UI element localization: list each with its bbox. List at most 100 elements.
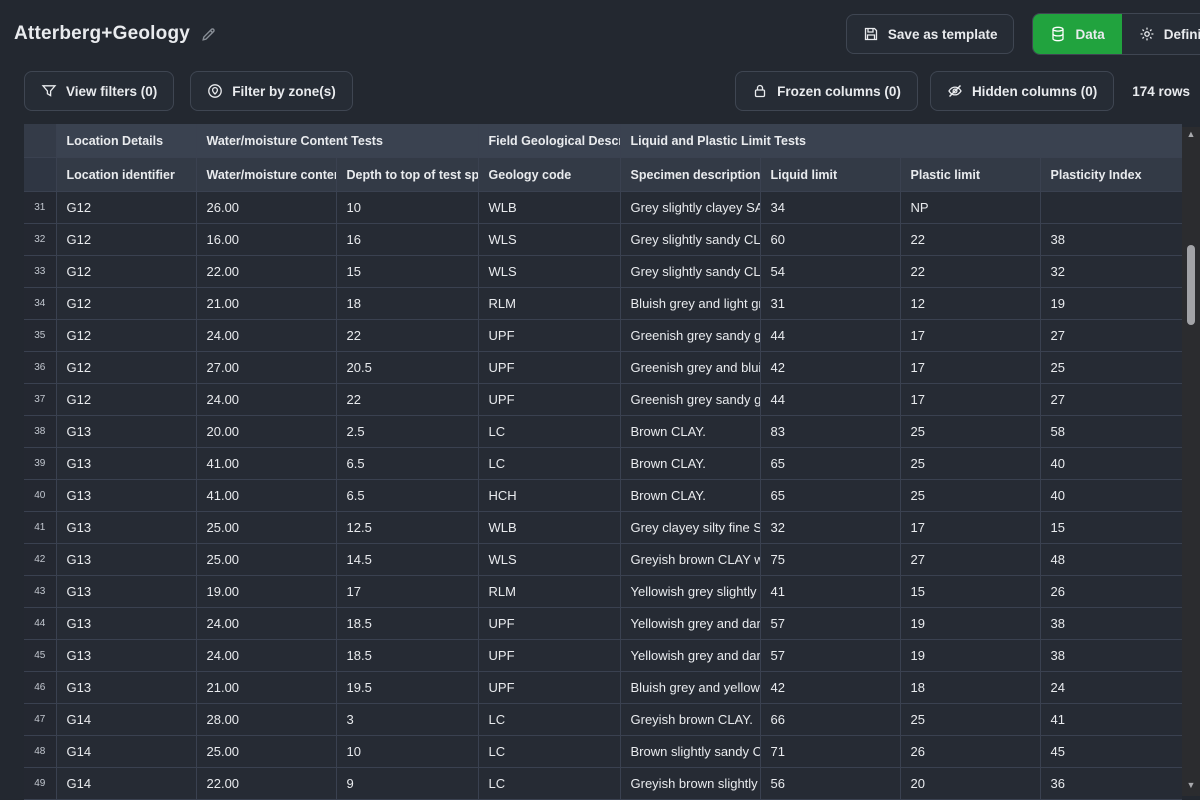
scrollbar-thumb[interactable] bbox=[1187, 245, 1195, 325]
row-number[interactable]: 42 bbox=[24, 544, 56, 576]
cell[interactable]: 26.00 bbox=[196, 192, 336, 224]
column-header[interactable]: Location identifier bbox=[56, 158, 196, 192]
row-number[interactable]: 39 bbox=[24, 448, 56, 480]
cell[interactable]: 60 bbox=[760, 224, 900, 256]
cell[interactable]: 16.00 bbox=[196, 224, 336, 256]
cell[interactable]: G12 bbox=[56, 288, 196, 320]
cell[interactable]: WLS bbox=[478, 544, 620, 576]
cell[interactable]: 41 bbox=[1040, 704, 1182, 736]
cell[interactable]: 14.5 bbox=[336, 544, 478, 576]
cell[interactable]: LC bbox=[478, 448, 620, 480]
cell[interactable]: 34 bbox=[760, 192, 900, 224]
cell[interactable]: 20.00 bbox=[196, 416, 336, 448]
cell[interactable]: HCH bbox=[478, 480, 620, 512]
column-header[interactable]: Geology code bbox=[478, 158, 620, 192]
cell[interactable]: 2.5 bbox=[336, 416, 478, 448]
edit-title-icon[interactable] bbox=[200, 26, 217, 43]
cell[interactable]: 17 bbox=[336, 576, 478, 608]
cell[interactable]: WLS bbox=[478, 224, 620, 256]
cell[interactable]: 56 bbox=[760, 768, 900, 800]
scroll-up-icon[interactable]: ▲ bbox=[1187, 127, 1196, 141]
row-number[interactable]: 44 bbox=[24, 608, 56, 640]
hidden-columns-button[interactable]: Hidden columns (0) bbox=[930, 71, 1114, 111]
filter-by-zones-button[interactable]: Filter by zone(s) bbox=[190, 71, 353, 111]
cell[interactable]: 15 bbox=[900, 576, 1040, 608]
column-header[interactable]: Specimen description bbox=[620, 158, 760, 192]
cell[interactable]: 22.00 bbox=[196, 768, 336, 800]
cell[interactable]: G14 bbox=[56, 736, 196, 768]
cell[interactable] bbox=[1040, 192, 1182, 224]
row-number[interactable]: 37 bbox=[24, 384, 56, 416]
cell[interactable]: 16 bbox=[336, 224, 478, 256]
cell[interactable]: G13 bbox=[56, 544, 196, 576]
cell[interactable]: UPF bbox=[478, 384, 620, 416]
cell[interactable]: G13 bbox=[56, 608, 196, 640]
cell[interactable]: 24.00 bbox=[196, 640, 336, 672]
cell[interactable]: 25 bbox=[900, 416, 1040, 448]
cell[interactable]: 24 bbox=[1040, 672, 1182, 704]
cell[interactable]: Greenish grey sandy gravel bbox=[620, 320, 760, 352]
tab-definition[interactable]: Definition bbox=[1122, 14, 1200, 54]
row-number[interactable]: 36 bbox=[24, 352, 56, 384]
cell[interactable]: Greenish grey sandy gravel bbox=[620, 384, 760, 416]
column-group-header[interactable]: Water/moisture Content Tests bbox=[196, 124, 478, 158]
cell[interactable]: UPF bbox=[478, 640, 620, 672]
cell[interactable]: 27 bbox=[1040, 384, 1182, 416]
cell[interactable]: G14 bbox=[56, 704, 196, 736]
cell[interactable]: 17 bbox=[900, 320, 1040, 352]
cell[interactable]: G13 bbox=[56, 512, 196, 544]
cell[interactable]: G13 bbox=[56, 672, 196, 704]
row-number[interactable]: 48 bbox=[24, 736, 56, 768]
cell[interactable]: 71 bbox=[760, 736, 900, 768]
cell[interactable]: Grey clayey silty fine SAND bbox=[620, 512, 760, 544]
cell[interactable]: 19.00 bbox=[196, 576, 336, 608]
cell[interactable]: 40 bbox=[1040, 480, 1182, 512]
cell[interactable]: RLM bbox=[478, 576, 620, 608]
cell[interactable]: 38 bbox=[1040, 640, 1182, 672]
cell[interactable]: Greenish grey and bluish bbox=[620, 352, 760, 384]
cell[interactable]: 38 bbox=[1040, 224, 1182, 256]
cell[interactable]: 24.00 bbox=[196, 320, 336, 352]
cell[interactable]: 28.00 bbox=[196, 704, 336, 736]
cell[interactable]: 41.00 bbox=[196, 480, 336, 512]
cell[interactable]: 25 bbox=[1040, 352, 1182, 384]
cell[interactable]: 25.00 bbox=[196, 544, 336, 576]
cell[interactable]: NP bbox=[900, 192, 1040, 224]
cell[interactable]: 10 bbox=[336, 736, 478, 768]
row-number[interactable]: 34 bbox=[24, 288, 56, 320]
cell[interactable]: Yellowish grey and dark grey bbox=[620, 640, 760, 672]
cell[interactable]: 36 bbox=[1040, 768, 1182, 800]
cell[interactable]: 20.5 bbox=[336, 352, 478, 384]
cell[interactable]: 19.5 bbox=[336, 672, 478, 704]
cell[interactable]: 65 bbox=[760, 448, 900, 480]
cell[interactable]: 10 bbox=[336, 192, 478, 224]
row-number[interactable]: 40 bbox=[24, 480, 56, 512]
row-number[interactable]: 35 bbox=[24, 320, 56, 352]
save-as-template-button[interactable]: Save as template bbox=[846, 14, 1015, 54]
cell[interactable]: Yellowish grey and dark grey bbox=[620, 608, 760, 640]
cell[interactable]: 27.00 bbox=[196, 352, 336, 384]
cell[interactable]: 18 bbox=[900, 672, 1040, 704]
cell[interactable]: 44 bbox=[760, 320, 900, 352]
row-number[interactable]: 43 bbox=[24, 576, 56, 608]
cell[interactable]: 22 bbox=[900, 224, 1040, 256]
cell[interactable]: Bluish grey and yellowish bbox=[620, 672, 760, 704]
cell[interactable]: 25 bbox=[900, 448, 1040, 480]
cell[interactable]: 12 bbox=[900, 288, 1040, 320]
column-header[interactable]: Plastic limit bbox=[900, 158, 1040, 192]
cell[interactable]: LC bbox=[478, 736, 620, 768]
cell[interactable]: G13 bbox=[56, 416, 196, 448]
cell[interactable]: 9 bbox=[336, 768, 478, 800]
row-number[interactable]: 45 bbox=[24, 640, 56, 672]
row-number[interactable]: 31 bbox=[24, 192, 56, 224]
cell[interactable]: Grey slightly sandy CLAY bbox=[620, 256, 760, 288]
cell[interactable]: Grey slightly sandy CLAY bbox=[620, 224, 760, 256]
cell[interactable]: 22.00 bbox=[196, 256, 336, 288]
cell[interactable]: UPF bbox=[478, 352, 620, 384]
row-number[interactable]: 49 bbox=[24, 768, 56, 800]
cell[interactable]: 32 bbox=[760, 512, 900, 544]
vertical-scrollbar[interactable]: ▲ ▼ bbox=[1182, 127, 1200, 796]
cell[interactable]: 25 bbox=[900, 480, 1040, 512]
column-header[interactable]: Plasticity Index bbox=[1040, 158, 1182, 192]
cell[interactable]: 54 bbox=[760, 256, 900, 288]
